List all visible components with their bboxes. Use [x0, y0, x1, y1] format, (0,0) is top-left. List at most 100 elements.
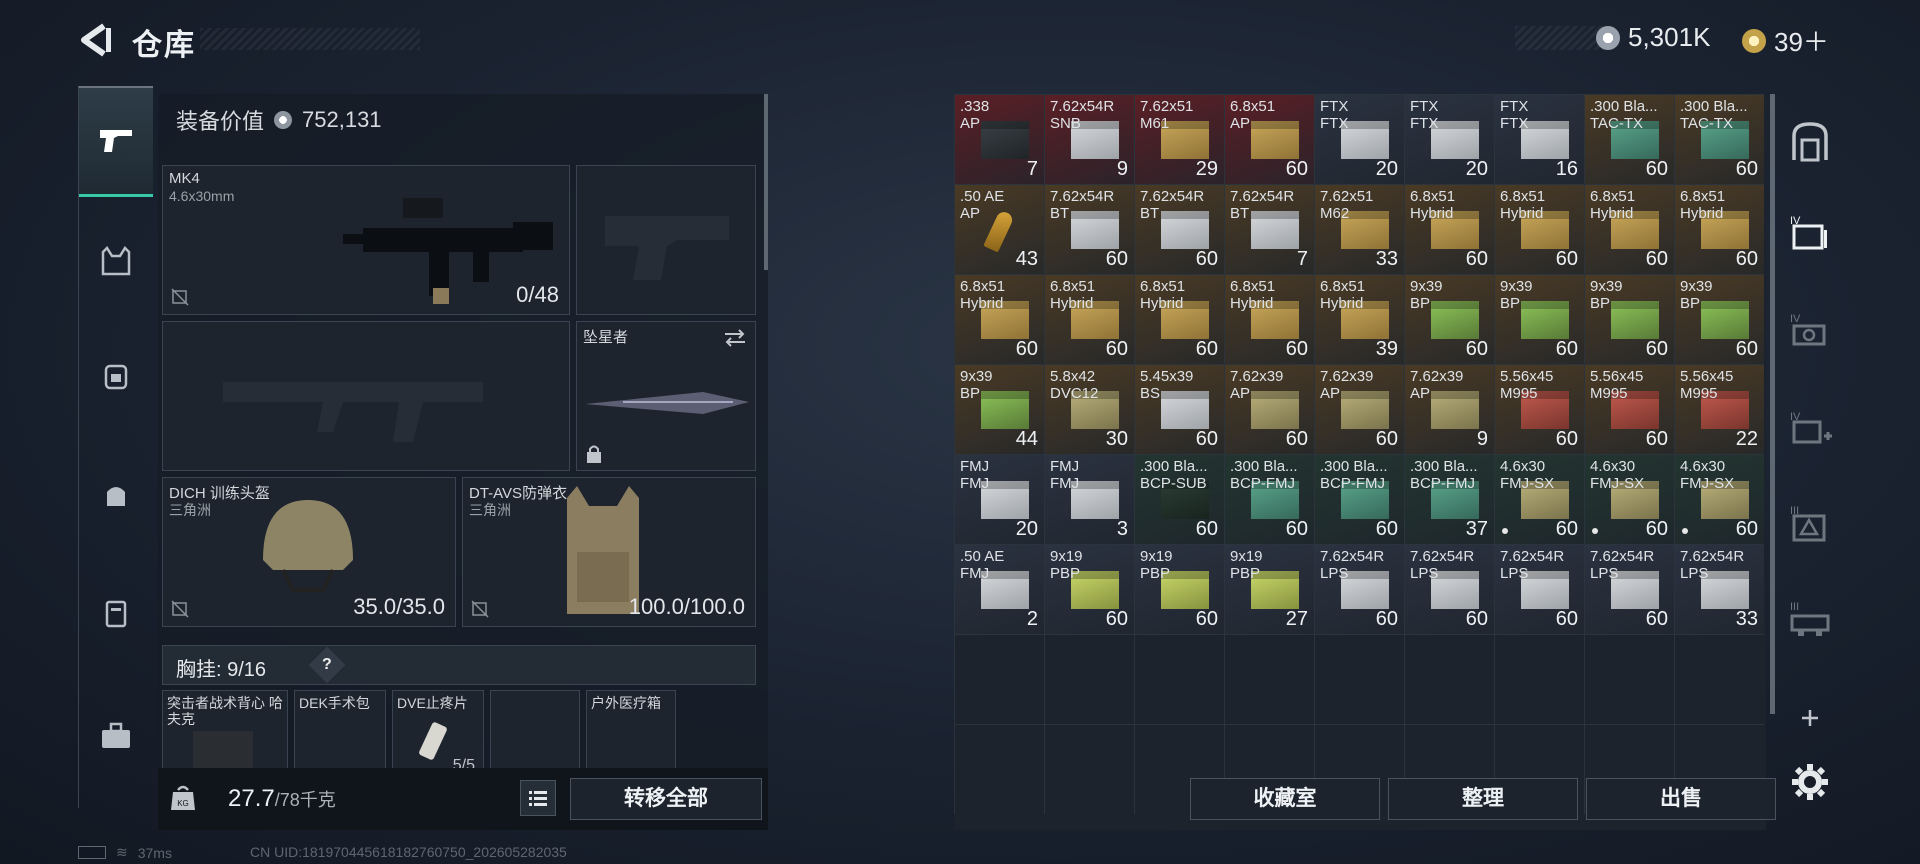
collection-room-button[interactable]: 收藏室	[1190, 778, 1380, 820]
ammo-item[interactable]: 7.62x51 M61 29	[1135, 95, 1224, 184]
category-toolbox[interactable]	[79, 698, 153, 772]
ammo-item[interactable]: 4.6x30 FMJ-SX 60	[1585, 455, 1674, 544]
chest-slot-5[interactable]: 户外医疗箱	[586, 690, 676, 770]
storage-tab-4-icon[interactable]: IV	[1788, 210, 1832, 254]
ammo-item[interactable]: FTX FTX 16	[1495, 95, 1584, 184]
chest-slot-4[interactable]	[490, 690, 580, 770]
ammo-item[interactable]: 7.62x54R LPS 60	[1315, 545, 1404, 634]
ammo-item[interactable]: 9x39 BP 60	[1675, 275, 1764, 364]
melee-slot[interactable]: 坠星者	[576, 321, 756, 471]
ammo-item[interactable]: FMJ FMJ 3	[1045, 455, 1134, 544]
ammo-item[interactable]: 9x19 PBP 60	[1045, 545, 1134, 634]
storage-tab-2-icon[interactable]: III	[1788, 500, 1832, 544]
warehouse-scrollbar[interactable]	[1770, 94, 1775, 714]
ammo-item[interactable]: 7.62x54R BT 7	[1225, 185, 1314, 274]
ammo-item[interactable]: .300 Bla... BCP-FMJ 60	[1315, 455, 1404, 544]
pistol-slot[interactable]	[576, 165, 756, 315]
ammo-item[interactable]: 4.6x30 FMJ-SX 60	[1675, 455, 1764, 544]
ammo-item[interactable]: 5.45x39 BS 60	[1135, 365, 1224, 454]
helmet-slot[interactable]: DICH 训练头盔 三角洲 35.0/35.0	[162, 477, 456, 627]
ammo-item[interactable]: 5.56x45 M995 60	[1495, 365, 1584, 454]
back-arrow-icon[interactable]	[78, 22, 114, 58]
weapon-ammo-count: 0/48	[516, 282, 559, 307]
primary-weapon-slot[interactable]: MK4 4.6x30mm 0/48	[162, 165, 570, 315]
ammo-type: M995	[1590, 385, 1628, 402]
ammo-item[interactable]: .300 Bla... TAC-TX 60	[1585, 95, 1674, 184]
ammo-item[interactable]: .300 Bla... BCP-FMJ 60	[1225, 455, 1314, 544]
ammo-item[interactable]: 6.8x51 Hybrid 60	[1495, 185, 1584, 274]
ammo-caliber: 9x39	[1680, 278, 1713, 295]
ammo-item[interactable]: 6.8x51 Hybrid 60	[1045, 275, 1134, 364]
storage-tab-3-icon[interactable]: IV	[1788, 308, 1832, 352]
ammo-item[interactable]: 6.8x51 Hybrid 60	[1585, 185, 1674, 274]
ammo-box-icon	[1161, 391, 1209, 429]
swap-icon[interactable]	[723, 328, 747, 348]
ammo-caliber: 5.56x45	[1500, 368, 1554, 385]
medical-tab-icon[interactable]: IV	[1788, 406, 1832, 450]
ammo-item[interactable]: 9x39 BP 44	[955, 365, 1044, 454]
ammo-item[interactable]: 6.8x51 Hybrid 60	[1675, 185, 1764, 274]
ticket-display[interactable]: 39＋	[1742, 22, 1829, 59]
armor-slot[interactable]: DT-AVS防弹衣 三角洲 100.0/100.0	[462, 477, 756, 627]
ammo-item[interactable]: 7.62x54R LPS 60	[1495, 545, 1584, 634]
ammo-item[interactable]: 5.56x45 M995 22	[1675, 365, 1764, 454]
ammo-item[interactable]: .50 AE AP 43	[955, 185, 1044, 274]
ammo-type: BT	[1140, 205, 1160, 222]
sort-button[interactable]: 整理	[1388, 778, 1578, 820]
ammo-item[interactable]: .50 AE FMJ 2	[955, 545, 1044, 634]
ammo-item[interactable]: 6.8x51 Hybrid 60	[1225, 275, 1314, 364]
ammo-item[interactable]: 6.8x51 Hybrid 60	[1135, 275, 1224, 364]
chest-slot-2[interactable]: DEK手术包	[294, 690, 386, 770]
ammo-item[interactable]: FTX FTX 20	[1315, 95, 1404, 184]
ammo-item[interactable]: 7.62x54R LPS 60	[1405, 545, 1494, 634]
ammo-item[interactable]: 7.62x39 AP 60	[1315, 365, 1404, 454]
ammo-item[interactable]: .338 AP 7	[955, 95, 1044, 184]
category-weapons[interactable]	[79, 88, 153, 197]
storage-tab-1-icon[interactable]: III	[1788, 596, 1832, 640]
category-vest[interactable]	[79, 224, 153, 298]
ammo-item[interactable]: 9x19 PBP 27	[1225, 545, 1314, 634]
ammo-quantity: 22	[1735, 428, 1758, 450]
secondary-weapon-slot[interactable]	[162, 321, 570, 471]
settings-gear-icon[interactable]	[1788, 760, 1832, 804]
ammo-item[interactable]: .300 Bla... BCP-SUB 60	[1135, 455, 1224, 544]
money-display[interactable]: 5,301K	[1596, 22, 1710, 53]
list-view-button[interactable]	[520, 780, 556, 816]
ammo-item[interactable]: 7.62x54R BT 60	[1135, 185, 1224, 274]
ammo-item[interactable]: 7.62x51 M62 33	[1315, 185, 1404, 274]
ammo-item[interactable]: 9x39 BP 60	[1405, 275, 1494, 364]
ammo-item[interactable]: 7.62x54R LPS 33	[1675, 545, 1764, 634]
ammo-item[interactable]: FMJ FMJ 20	[955, 455, 1044, 544]
ammo-item[interactable]: 6.8x51 Hybrid 39	[1315, 275, 1404, 364]
ammo-item[interactable]: 7.62x54R LPS 60	[1585, 545, 1674, 634]
ammo-item[interactable]: 7.62x39 AP 9	[1405, 365, 1494, 454]
ammo-type: FMJ-SX	[1500, 475, 1555, 492]
equipment-scrollbar[interactable]	[764, 94, 768, 270]
ammo-item[interactable]: 6.8x51 Hybrid 60	[955, 275, 1044, 364]
ammo-type: FTX	[1410, 115, 1439, 132]
category-bag[interactable]	[79, 458, 153, 532]
ammo-item[interactable]: 6.8x51 AP 60	[1225, 95, 1314, 184]
ammo-item[interactable]: 5.8x42 DVC12 30	[1045, 365, 1134, 454]
ammo-item[interactable]: 9x39 BP 60	[1495, 275, 1584, 364]
ammo-item[interactable]: 9x39 BP 60	[1585, 275, 1674, 364]
ammo-item[interactable]: .300 Bla... BCP-FMJ 37	[1405, 455, 1494, 544]
ammo-item[interactable]: 9x19 PBP 60	[1135, 545, 1224, 634]
ammo-item[interactable]: FTX FTX 20	[1405, 95, 1494, 184]
ammo-item[interactable]: 5.56x45 M995 60	[1585, 365, 1674, 454]
safe-box-icon[interactable]	[1788, 120, 1832, 164]
ammo-item[interactable]: 7.62x39 AP 60	[1225, 365, 1314, 454]
ammo-item[interactable]: .300 Bla... TAC-TX 60	[1675, 95, 1764, 184]
chest-slot-1[interactable]: 突击者战术背心 哈夫克	[162, 690, 288, 770]
chest-slot-3[interactable]: DVE止疼片 5/5	[392, 690, 484, 770]
category-backpack[interactable]	[79, 338, 153, 412]
ammo-caliber: 9x19	[1140, 548, 1173, 565]
ammo-item[interactable]: 6.8x51 Hybrid 60	[1405, 185, 1494, 274]
ammo-item[interactable]: 7.62x54R SNB 9	[1045, 95, 1134, 184]
ammo-item[interactable]: 7.62x54R BT 60	[1045, 185, 1134, 274]
category-case[interactable]	[79, 576, 153, 650]
add-tab-icon[interactable]	[1788, 696, 1832, 740]
transfer-all-button[interactable]: 转移全部	[570, 778, 762, 820]
sell-button[interactable]: 出售	[1586, 778, 1776, 820]
ammo-item[interactable]: 4.6x30 FMJ-SX 60	[1495, 455, 1584, 544]
